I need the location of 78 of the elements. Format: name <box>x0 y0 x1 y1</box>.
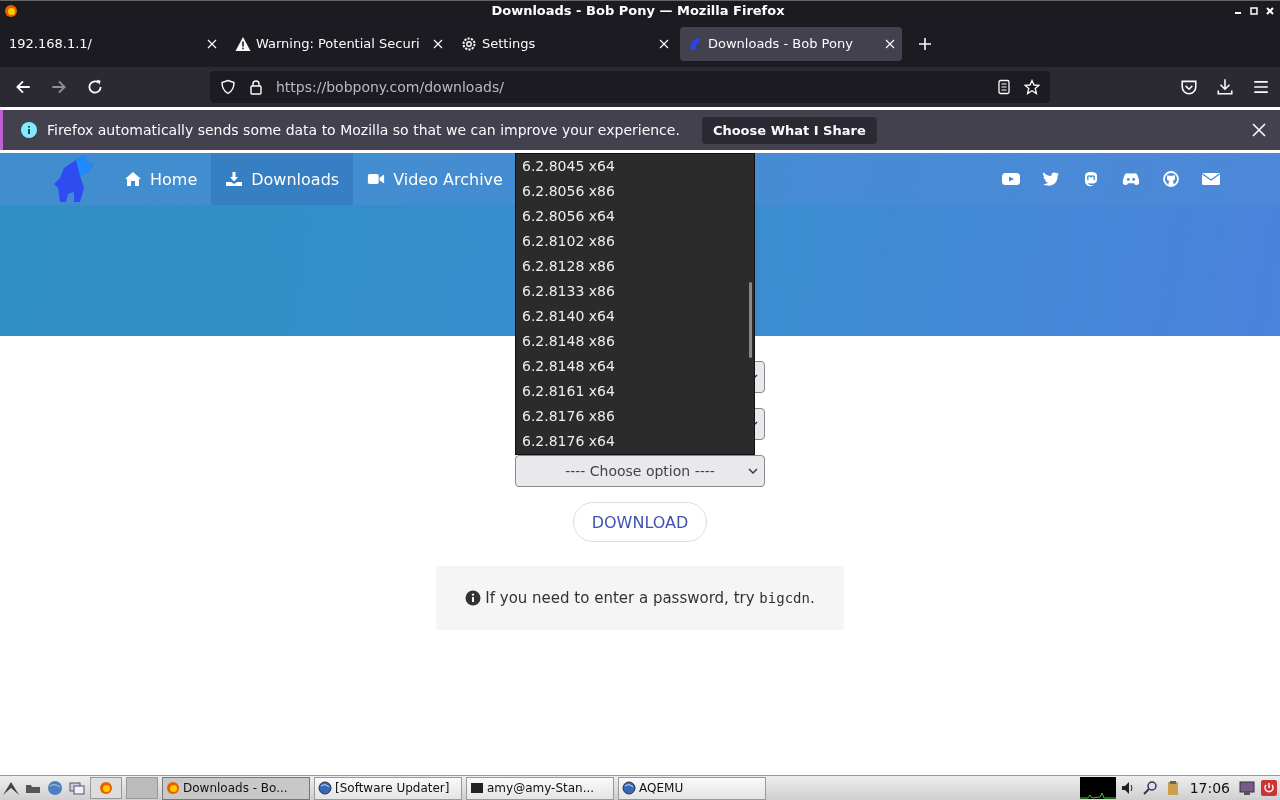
terminal-icon <box>470 781 484 795</box>
forward-icon[interactable] <box>50 78 68 96</box>
mastodon-icon[interactable] <box>1082 171 1100 187</box>
firefox-icon <box>99 781 113 795</box>
back-icon[interactable] <box>14 78 32 96</box>
browser-tab[interactable]: Settings <box>454 26 676 61</box>
close-icon[interactable] <box>1266 6 1274 15</box>
close-icon[interactable] <box>885 38 895 49</box>
info-icon <box>21 122 37 138</box>
browser-tab[interactable]: Downloads - Bob Pony <box>680 26 902 61</box>
taskbar-window[interactable]: Downloads - Bo... <box>162 776 310 800</box>
globe-icon <box>318 781 332 795</box>
pocket-icon[interactable] <box>1180 78 1198 96</box>
download-button[interactable]: DOWNLOAD <box>573 502 707 542</box>
start-menu-icon[interactable] <box>2 780 20 796</box>
taskbar-window[interactable]: amy@amy-Stan... <box>466 776 614 800</box>
monitor-icon[interactable] <box>1238 780 1256 796</box>
dropdown-option[interactable]: 6.2.8128 x86 <box>516 254 748 279</box>
home-icon <box>124 171 142 187</box>
video-camera-icon <box>367 171 386 187</box>
maximize-icon[interactable] <box>1250 6 1258 15</box>
reload-icon[interactable] <box>86 78 104 96</box>
dropdown-option[interactable]: 6.2.8056 x64 <box>516 204 748 229</box>
dropdown-option[interactable]: 6.2.8056 x86 <box>516 179 748 204</box>
taskbar-launcher[interactable] <box>90 777 122 799</box>
clock[interactable]: 17:06 <box>1189 780 1230 796</box>
chevron-down-icon <box>748 468 758 474</box>
info-icon <box>465 590 482 606</box>
shield-icon <box>220 79 236 95</box>
warning-icon <box>235 35 251 52</box>
cpu-graph <box>1079 777 1116 799</box>
browser-tab[interactable]: Warning: Potential Securi <box>228 26 450 61</box>
cat-icon[interactable] <box>1162 171 1180 187</box>
dropdown-option[interactable]: 6.2.8176 x64 <box>516 429 748 454</box>
windows-icon[interactable] <box>68 780 86 796</box>
lock-icon <box>248 79 264 95</box>
globe-icon[interactable] <box>46 780 64 796</box>
reader-view-icon[interactable] <box>996 79 1012 95</box>
power-icon[interactable] <box>1260 780 1278 796</box>
note-text: If you need to enter a password, try bigcdn. <box>485 589 815 607</box>
pony-icon <box>687 35 703 52</box>
dropdown-option[interactable]: 6.2.8148 x64 <box>516 354 748 379</box>
nav-link[interactable]: Video Archive <box>353 153 517 205</box>
notification-message: Firefox automatically sends some data to Mozilla so that we can improve your experience. <box>47 122 680 138</box>
download-icon[interactable] <box>1216 78 1234 96</box>
bookmark-star-icon[interactable] <box>1024 79 1040 95</box>
game-controller-icon[interactable] <box>1122 171 1140 187</box>
address-bar[interactable]: https://bobpony.com/downloads/ <box>210 71 1050 103</box>
search-icon[interactable] <box>1141 780 1160 796</box>
taskbar-window[interactable]: AQEMU <box>618 776 766 800</box>
video-play-icon[interactable] <box>1002 171 1020 187</box>
firefox-icon <box>4 3 18 18</box>
globe-icon <box>622 781 636 795</box>
close-icon[interactable] <box>207 38 217 49</box>
download-icon <box>225 171 244 187</box>
dropdown-option[interactable]: 6.2.8148 x86 <box>516 329 748 354</box>
dropdown-option[interactable]: 6.2.8045 x64 <box>516 154 748 179</box>
dropdown-option[interactable]: 6.2.8102 x86 <box>516 229 748 254</box>
bird-icon[interactable] <box>1042 171 1060 187</box>
menu-icon[interactable] <box>1252 78 1270 96</box>
close-icon[interactable] <box>1252 123 1266 137</box>
dropdown-option[interactable]: 6.2.8161 x64 <box>516 379 748 404</box>
close-icon[interactable] <box>433 38 443 49</box>
mail-icon[interactable] <box>1202 171 1220 187</box>
browser-tab[interactable]: 192.168.1.1/ <box>2 26 224 61</box>
nav-link[interactable]: Downloads <box>211 153 354 205</box>
firefox-icon <box>166 781 180 795</box>
choose-what-i-share-button[interactable]: Choose What I Share <box>701 116 877 144</box>
new-tab-icon[interactable] <box>918 36 932 51</box>
nav-link[interactable]: Home <box>110 153 212 205</box>
window-title: Downloads - Bob Pony — Mozilla Firefox <box>490 3 786 18</box>
dropdown-option[interactable]: 6.2.8176 x86 <box>516 404 748 429</box>
select-field[interactable]: ---- Choose option ---- <box>515 455 765 487</box>
settings-icon <box>461 35 477 52</box>
dropdown-option[interactable]: 6.2.8140 x64 <box>516 304 748 329</box>
dropdown-option[interactable]: 6.2.8133 x86 <box>516 279 748 304</box>
close-icon[interactable] <box>659 38 669 49</box>
taskbar-window[interactable]: [Software Updater] <box>314 776 462 800</box>
